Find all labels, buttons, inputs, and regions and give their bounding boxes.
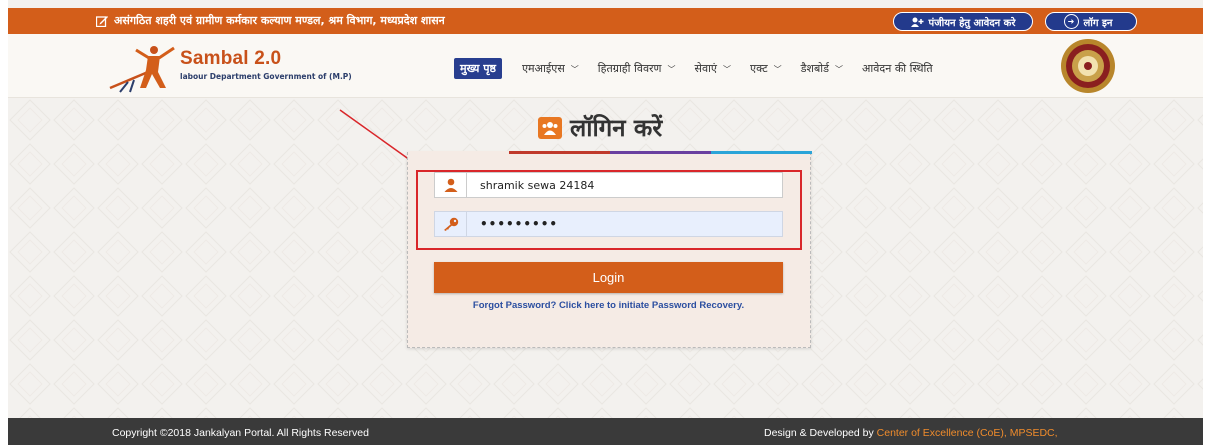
nav-item-services[interactable]: सेवाएं ﹀ bbox=[695, 61, 731, 76]
nav-item-label: सेवाएं bbox=[694, 62, 717, 75]
brand-subtitle: labour Department Government of (M.P) bbox=[180, 72, 352, 81]
copyright-text: Copyright ©2018 Jankalyan Portal. All Ri… bbox=[112, 427, 369, 439]
add-user-icon bbox=[910, 17, 924, 27]
users-icon bbox=[538, 116, 562, 139]
announcement-text: असंगठित शहरी एवं ग्रामीण कर्मकार कल्याण … bbox=[114, 14, 445, 27]
login-title-text: लॉगिन करें bbox=[570, 114, 663, 142]
nav-item-application-status[interactable]: आवेदन की स्थिति bbox=[862, 61, 933, 76]
nav-item-beneficiary[interactable]: हितग्राही विवरण ﹀ bbox=[598, 61, 676, 76]
nav-item-label: आवेदन की स्थिति bbox=[862, 62, 933, 75]
username-field[interactable] bbox=[434, 172, 783, 198]
username-input[interactable] bbox=[467, 174, 767, 196]
nav-item-label: डैशबोर्ड bbox=[800, 62, 830, 75]
developer-link[interactable]: Center of Excellence (CoE), MPSEDC, bbox=[877, 427, 1058, 439]
sambal-logo-icon bbox=[109, 46, 175, 93]
top-login-button[interactable]: ➜ लॉग इन bbox=[1045, 12, 1137, 31]
sign-in-icon: ➜ bbox=[1063, 14, 1079, 29]
chevron-down-icon: ﹀ bbox=[570, 65, 579, 74]
nav-item-mis[interactable]: एमआईएस ﹀ bbox=[522, 61, 579, 76]
nav-item-home[interactable]: मुख्य पृष्ठ bbox=[454, 58, 502, 79]
nav-item-dashboard[interactable]: डैशबोर्ड ﹀ bbox=[801, 61, 843, 76]
developer-credit: Design & Developed by Center of Excellen… bbox=[764, 427, 1058, 439]
login-button[interactable]: Login bbox=[434, 262, 783, 293]
developer-prefix: Design & Developed by bbox=[764, 427, 877, 439]
nav-item-label: मुख्य पृष्ठ bbox=[460, 62, 496, 75]
password-input[interactable] bbox=[467, 213, 767, 235]
chevron-down-icon: ﹀ bbox=[667, 65, 676, 74]
nav-item-label: एमआईएस bbox=[521, 62, 565, 75]
login-title: लॉगिन करें bbox=[538, 111, 662, 144]
nav-item-label: एक्ट bbox=[750, 62, 768, 75]
nav-item-label: हितग्राही विवरण bbox=[597, 62, 662, 75]
chevron-down-icon: ﹀ bbox=[773, 65, 782, 74]
brand[interactable]: Sambal 2.0 labour Department Government … bbox=[180, 48, 352, 81]
top-login-label: लॉग इन bbox=[1083, 17, 1113, 29]
chevron-down-icon: ﹀ bbox=[835, 65, 844, 74]
announcement: असंगठित शहरी एवं ग्रामीण कर्मकार कल्याण … bbox=[96, 13, 445, 28]
card-top-stripe bbox=[408, 151, 812, 154]
nav-item-act[interactable]: एक्ट ﹀ bbox=[750, 61, 782, 76]
forgot-password-link[interactable]: Forgot Password? Click here to initiate … bbox=[434, 300, 783, 311]
chevron-down-icon: ﹀ bbox=[723, 65, 731, 74]
key-icon bbox=[435, 212, 467, 236]
user-icon bbox=[435, 173, 467, 197]
main-nav: मुख्य पृष्ठ एमआईएस ﹀ हितग्राही विवरण ﹀ स… bbox=[454, 58, 952, 79]
edit-icon bbox=[96, 15, 108, 27]
register-label: पंजीयन हेतु आवेदन करे bbox=[928, 17, 1016, 29]
site-header: Sambal 2.0 labour Department Government … bbox=[8, 34, 1203, 98]
brand-name: Sambal 2.0 bbox=[180, 48, 282, 69]
top-announcement-bar: असंगठित शहरी एवं ग्रामीण कर्मकार कल्याण … bbox=[8, 8, 1203, 34]
site-footer: Copyright ©2018 Jankalyan Portal. All Ri… bbox=[8, 418, 1203, 445]
register-button[interactable]: पंजीयन हेतु आवेदन करे bbox=[893, 12, 1033, 31]
page: असंगठित शहरी एवं ग्रामीण कर्मकार कल्याण … bbox=[8, 0, 1203, 445]
password-field[interactable] bbox=[434, 211, 783, 237]
mp-government-emblem-icon bbox=[1061, 39, 1115, 93]
